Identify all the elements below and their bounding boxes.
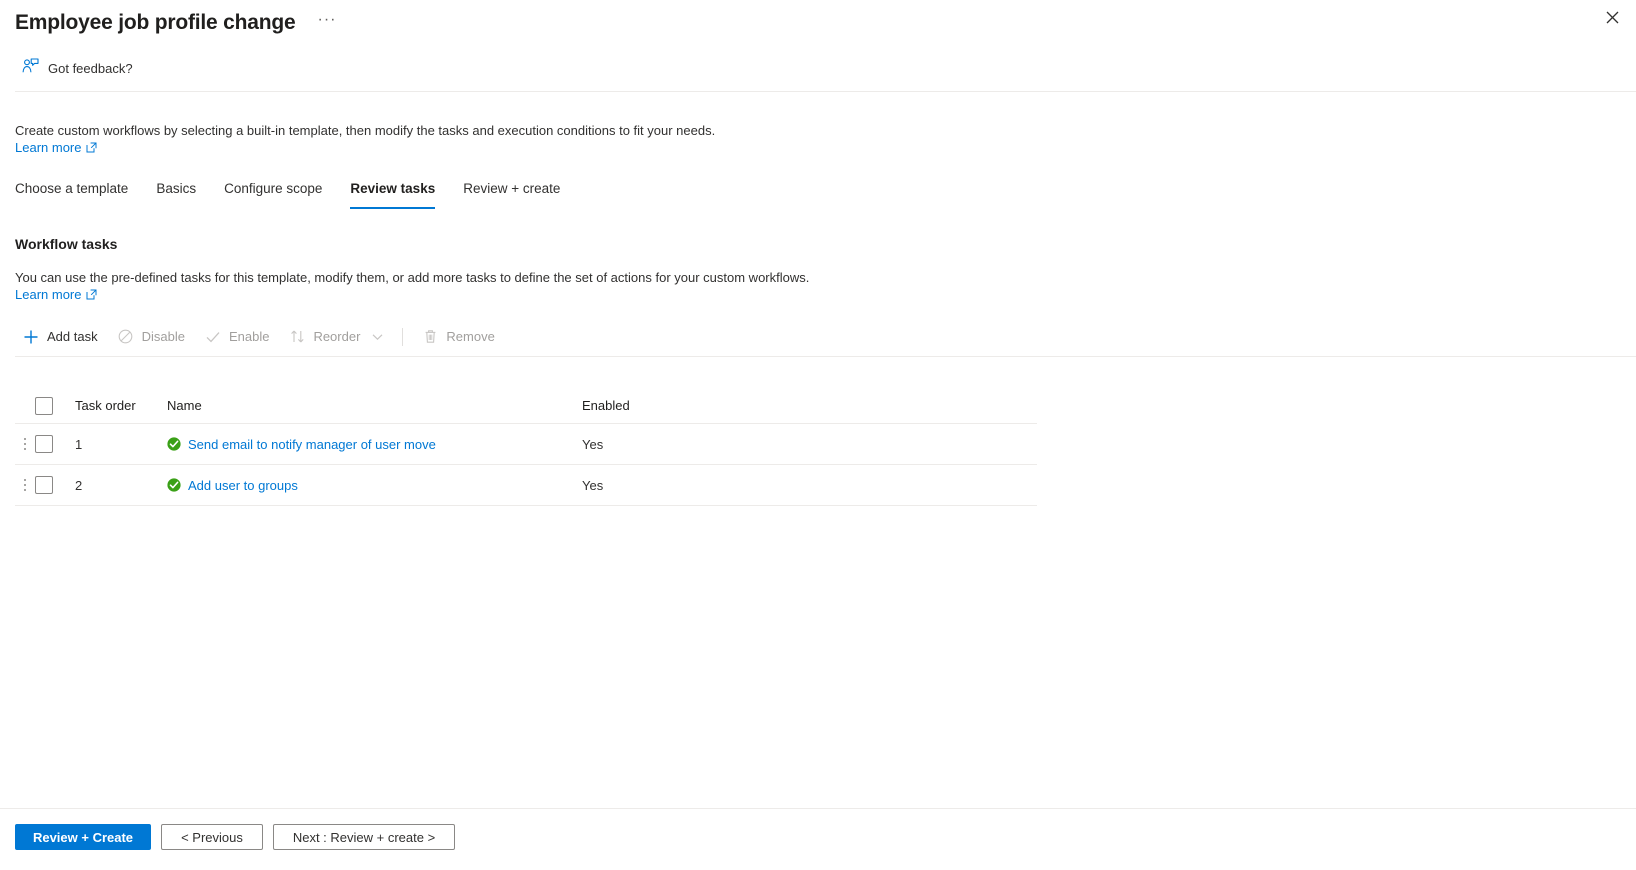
disable-task-label: Disable bbox=[141, 329, 185, 344]
blade-titlebar: Employee job profile change ··· bbox=[0, 0, 1636, 46]
row-task-link[interactable]: Add user to groups bbox=[188, 478, 298, 493]
checkmark-icon bbox=[205, 329, 221, 345]
got-feedback-label: Got feedback? bbox=[48, 60, 133, 76]
command-bar-divider bbox=[15, 356, 1636, 357]
add-task-label: Add task bbox=[47, 329, 98, 344]
table-row: 1 Send email to notify manager of user m… bbox=[15, 424, 1037, 465]
plus-icon bbox=[23, 329, 39, 345]
remove-task-button: Remove bbox=[412, 322, 504, 351]
row-enabled: Yes bbox=[582, 436, 604, 452]
column-header-enabled: Enabled bbox=[582, 398, 630, 413]
row-task-order: 1 bbox=[75, 436, 83, 452]
reorder-tasks-button: Reorder bbox=[279, 322, 393, 351]
review-create-button[interactable]: Review + Create bbox=[15, 824, 151, 850]
external-link-icon bbox=[86, 142, 97, 153]
tab-review-create[interactable]: Review + create bbox=[449, 176, 574, 209]
table-header-row: Task order Name Enabled bbox=[15, 388, 1037, 424]
green-check-circle-icon bbox=[167, 437, 181, 451]
column-header-task-order: Task order bbox=[75, 398, 136, 413]
section-description: You can use the pre-defined tasks for th… bbox=[15, 270, 810, 285]
intro-description: Create custom workflows by selecting a b… bbox=[15, 123, 716, 138]
tab-basics[interactable]: Basics bbox=[142, 176, 210, 209]
section-title: Workflow tasks bbox=[15, 236, 118, 252]
enable-task-button: Enable bbox=[195, 322, 279, 351]
learn-more-label: Learn more bbox=[15, 287, 82, 302]
remove-task-label: Remove bbox=[446, 329, 495, 344]
trash-icon bbox=[422, 329, 438, 345]
close-button[interactable] bbox=[1598, 3, 1626, 31]
row-checkbox[interactable] bbox=[35, 435, 53, 453]
row-name-cell: Send email to notify manager of user mov… bbox=[167, 437, 582, 452]
tasks-command-bar: Add task Disable Enable Reorder Remove bbox=[15, 322, 1636, 351]
footer-divider bbox=[0, 808, 1636, 809]
row-task-order: 2 bbox=[75, 477, 83, 493]
row-select-cell bbox=[35, 476, 71, 494]
column-header-name: Name bbox=[167, 398, 202, 413]
learn-more-link-tasks[interactable]: Learn more bbox=[15, 287, 97, 302]
row-checkbox[interactable] bbox=[35, 476, 53, 494]
header-divider bbox=[15, 91, 1636, 92]
got-feedback-button[interactable]: Got feedback? bbox=[22, 58, 133, 79]
command-bar-separator bbox=[402, 327, 404, 346]
drag-dots-icon bbox=[24, 438, 26, 450]
drag-dots-icon bbox=[24, 479, 26, 491]
external-link-icon bbox=[86, 289, 97, 300]
chevron-down-icon bbox=[372, 333, 383, 341]
row-drag-handle[interactable] bbox=[15, 477, 35, 493]
row-enabled: Yes bbox=[582, 477, 604, 493]
learn-more-label: Learn more bbox=[15, 140, 82, 155]
feedback-person-icon bbox=[22, 58, 39, 79]
learn-more-link-intro[interactable]: Learn more bbox=[15, 140, 97, 155]
green-check-circle-icon bbox=[167, 478, 181, 492]
previous-button[interactable]: < Previous bbox=[161, 824, 263, 850]
reorder-tasks-label: Reorder bbox=[313, 329, 361, 344]
wizard-footer: Review + Create < Previous Next : Review… bbox=[15, 824, 455, 850]
add-task-button[interactable]: Add task bbox=[15, 322, 108, 351]
next-review-create-button[interactable]: Next : Review + create > bbox=[273, 824, 455, 850]
block-icon bbox=[118, 329, 134, 345]
sort-updown-icon bbox=[289, 329, 305, 345]
disable-task-button: Disable bbox=[108, 322, 195, 351]
row-task-link[interactable]: Send email to notify manager of user mov… bbox=[188, 437, 436, 452]
row-select-cell bbox=[35, 435, 71, 453]
more-options-button[interactable]: ··· bbox=[312, 10, 343, 36]
tab-choose-a-template[interactable]: Choose a template bbox=[15, 176, 142, 209]
tab-review-tasks[interactable]: Review tasks bbox=[336, 176, 449, 209]
row-name-cell: Add user to groups bbox=[167, 478, 582, 493]
wizard-tabs: Choose a template Basics Configure scope… bbox=[15, 176, 574, 209]
workflow-tasks-table: Task order Name Enabled 1 Send email to … bbox=[15, 388, 1037, 506]
enable-task-label: Enable bbox=[228, 329, 270, 344]
page-title: Employee job profile change bbox=[15, 11, 296, 34]
row-drag-handle[interactable] bbox=[15, 436, 35, 452]
blade-root: Employee job profile change ··· Got feed… bbox=[0, 0, 1636, 870]
table-row: 2 Add user to groups Yes bbox=[15, 465, 1037, 506]
tab-configure-scope[interactable]: Configure scope bbox=[210, 176, 336, 209]
close-icon bbox=[1606, 11, 1618, 23]
select-all-cell bbox=[35, 396, 71, 415]
select-all-checkbox[interactable] bbox=[35, 396, 53, 415]
